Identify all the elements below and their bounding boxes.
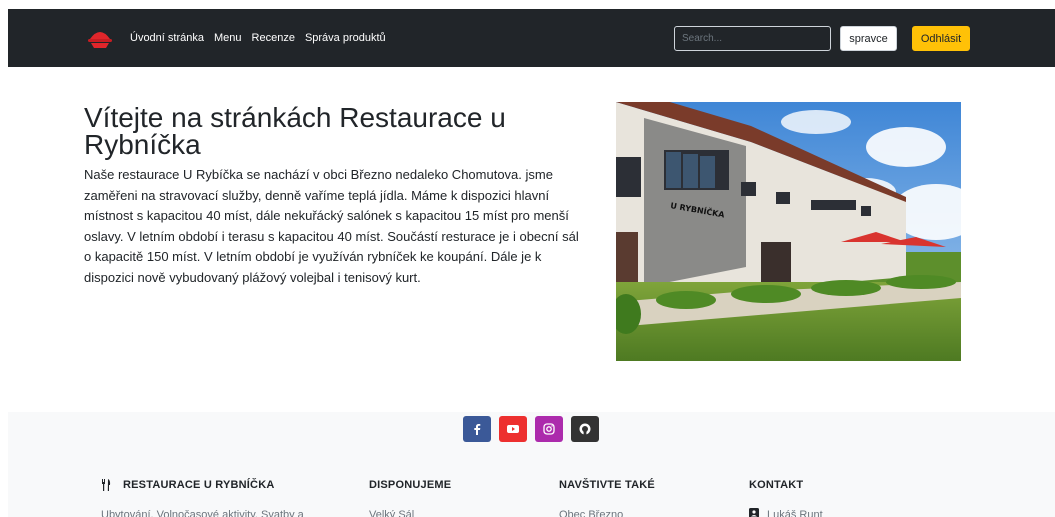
nav-link-products[interactable]: Správa produktů — [305, 32, 386, 44]
nav-links: Úvodní stránka Menu Recenze Správa produ… — [130, 9, 386, 67]
instagram-button[interactable] — [535, 416, 563, 442]
github-button[interactable] — [571, 416, 599, 442]
top-navbar: Úvodní stránka Menu Recenze Správa produ… — [8, 9, 1055, 67]
footer-link-large-hall[interactable]: Velký Sál — [369, 509, 414, 517]
nav-link-home[interactable]: Úvodní stránka — [130, 32, 204, 44]
footer-facilities-title: DISPONUJEME — [369, 479, 452, 491]
facebook-icon — [474, 424, 481, 435]
facebook-button[interactable] — [463, 416, 491, 442]
restaurant-logo-icon[interactable] — [87, 27, 113, 49]
restaurant-photo: U RYBNÍČKA — [616, 102, 961, 361]
footer-visit-title: NAVŠTIVTE TAKÉ — [559, 479, 655, 491]
search-input[interactable] — [674, 26, 831, 51]
footer-link-brezno[interactable]: Obec Březno — [559, 509, 623, 517]
utensils-icon — [102, 479, 111, 491]
footer-contact-name: Lukáš Runt — [767, 509, 823, 517]
social-links — [463, 416, 599, 442]
page-title: Vítejte na stránkách Restaurace u Rybníč… — [84, 102, 506, 160]
contact-card-icon — [749, 508, 759, 517]
logout-button[interactable]: Odhlásit — [912, 26, 970, 51]
footer-contact-title: KONTAKT — [749, 479, 804, 491]
nav-link-menu[interactable]: Menu — [214, 32, 242, 44]
github-icon — [579, 423, 591, 435]
instagram-icon — [543, 423, 555, 435]
youtube-button[interactable] — [499, 416, 527, 442]
user-button[interactable]: spravce — [840, 26, 897, 51]
footer-restaurant-text: Ubytování, Volnočasové aktivity, Svatby … — [101, 509, 304, 517]
nav-link-reviews[interactable]: Recenze — [252, 32, 295, 44]
intro-paragraph: Naše restaurace U Rybíčka se nachází v o… — [84, 167, 579, 285]
youtube-icon — [507, 425, 519, 433]
footer-restaurant-title: RESTAURACE U RYBNÍČKA — [123, 479, 275, 491]
